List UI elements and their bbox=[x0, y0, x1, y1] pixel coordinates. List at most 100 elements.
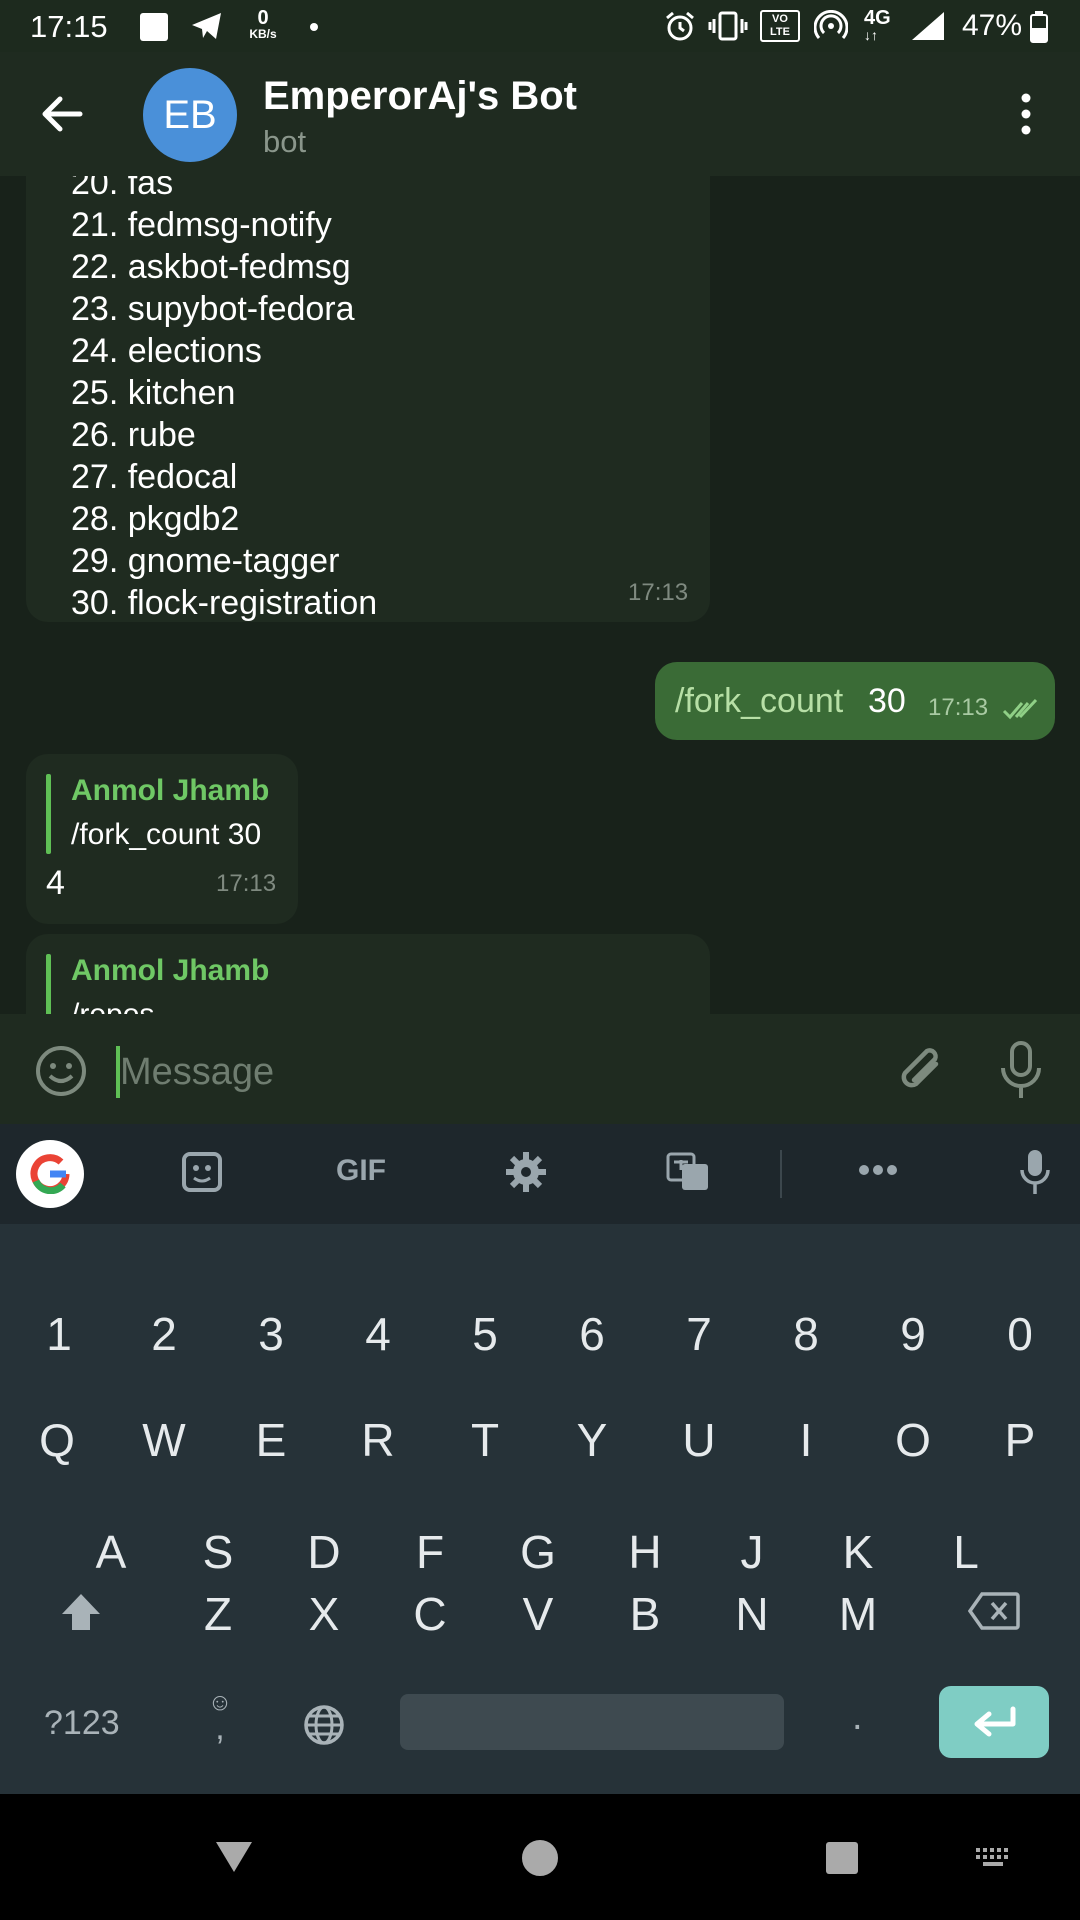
nav-back-icon[interactable] bbox=[214, 1840, 254, 1874]
period-key[interactable]: . bbox=[852, 1696, 863, 1739]
vibrate-icon bbox=[708, 11, 748, 41]
toolbar-divider bbox=[780, 1150, 782, 1198]
list-item: 25. kitchen bbox=[71, 374, 236, 412]
quote-text: /fork_count 30 bbox=[71, 818, 262, 851]
telegram-icon bbox=[192, 13, 221, 39]
repo-list-bubble[interactable]: 20. fas 21. fedmsg-notify 22. askbot-fed… bbox=[26, 176, 710, 622]
key-p[interactable]: P bbox=[970, 1390, 1070, 1490]
more-dots-icon[interactable] bbox=[858, 1164, 898, 1176]
reply-text: 4 bbox=[46, 864, 65, 902]
message-composer bbox=[0, 1014, 1080, 1124]
key-a[interactable]: A bbox=[61, 1502, 161, 1602]
quote-author[interactable]: Anmol Jhamb bbox=[71, 954, 269, 988]
reply-bubble[interactable]: Anmol Jhamb /repos bbox=[26, 934, 710, 1014]
google-g-icon[interactable] bbox=[16, 1140, 84, 1208]
battery-percent: 47% bbox=[962, 9, 1023, 42]
translate-icon[interactable] bbox=[666, 1150, 710, 1194]
settings-gear-icon[interactable] bbox=[504, 1150, 548, 1194]
key-x[interactable]: X bbox=[274, 1564, 374, 1664]
hotspot-icon bbox=[814, 10, 848, 39]
key-z[interactable]: Z bbox=[168, 1564, 268, 1664]
key-c[interactable]: C bbox=[380, 1564, 480, 1664]
key-3[interactable]: 3 bbox=[221, 1284, 321, 1384]
chat-subtitle: bot bbox=[263, 124, 307, 159]
key-l[interactable]: L bbox=[916, 1502, 1016, 1602]
key-4[interactable]: 4 bbox=[328, 1284, 428, 1384]
net-speed: 0 KB/s bbox=[248, 8, 278, 40]
list-item: 30. flock-registration bbox=[71, 584, 378, 622]
emoji-icon[interactable] bbox=[34, 1044, 88, 1098]
key-q[interactable]: Q bbox=[7, 1390, 107, 1490]
net-speed-unit: KB/s bbox=[249, 27, 277, 41]
navigation-bar bbox=[0, 1794, 1080, 1920]
key-8[interactable]: 8 bbox=[756, 1284, 856, 1384]
notification-square-icon bbox=[140, 13, 168, 41]
list-item: 24. elections bbox=[71, 332, 262, 370]
gif-button[interactable]: GIF bbox=[336, 1154, 386, 1188]
key-v[interactable]: V bbox=[488, 1564, 588, 1664]
key-b[interactable]: B bbox=[595, 1564, 695, 1664]
message-time: 17:13 bbox=[216, 870, 277, 897]
key-2[interactable]: 2 bbox=[114, 1284, 214, 1384]
nav-recents-icon[interactable] bbox=[826, 1842, 858, 1874]
backspace-icon[interactable] bbox=[968, 1592, 1020, 1630]
list-item: 29. gnome-tagger bbox=[71, 542, 340, 580]
more-menu-icon[interactable] bbox=[1016, 92, 1036, 136]
quote-text: /repos bbox=[71, 998, 154, 1014]
attach-icon[interactable] bbox=[896, 1042, 948, 1100]
network-type: 4G ↓↑ bbox=[864, 7, 891, 43]
key-o[interactable]: O bbox=[863, 1390, 963, 1490]
message-time: 17:13 bbox=[928, 694, 989, 721]
voice-input-icon[interactable] bbox=[1020, 1148, 1050, 1198]
quote-bar bbox=[46, 954, 51, 1014]
symbols-key[interactable]: ?123 bbox=[44, 1704, 120, 1743]
key-7[interactable]: 7 bbox=[649, 1284, 749, 1384]
key-w[interactable]: W bbox=[114, 1390, 214, 1490]
net-speed-value: 0 bbox=[257, 7, 269, 29]
network-type-label: 4G bbox=[864, 7, 891, 29]
quote-author[interactable]: Anmol Jhamb bbox=[71, 774, 269, 808]
key-m[interactable]: M bbox=[808, 1564, 908, 1664]
nav-home-icon[interactable] bbox=[520, 1838, 560, 1878]
key-5[interactable]: 5 bbox=[435, 1284, 535, 1384]
key-r[interactable]: R bbox=[328, 1390, 428, 1490]
enter-key[interactable] bbox=[939, 1686, 1049, 1758]
key-1[interactable]: 1 bbox=[9, 1284, 109, 1384]
avatar-initials: EB bbox=[163, 93, 217, 137]
list-item: 27. fedocal bbox=[71, 458, 238, 496]
globe-icon[interactable] bbox=[303, 1704, 345, 1746]
microphone-icon[interactable] bbox=[998, 1040, 1044, 1102]
outgoing-message-bubble[interactable]: /fork_count 30 17:13 bbox=[655, 662, 1055, 740]
chat-header: EB EmperorAj's Bot bot bbox=[0, 52, 1080, 176]
status-time: 17:15 bbox=[30, 9, 108, 44]
key-9[interactable]: 9 bbox=[863, 1284, 963, 1384]
chat-title[interactable]: EmperorAj's Bot bbox=[263, 74, 577, 119]
enter-arrow-icon bbox=[974, 1706, 1016, 1737]
command-arg: 30 bbox=[868, 682, 906, 720]
key-n[interactable]: N bbox=[702, 1564, 802, 1664]
reply-bubble[interactable]: Anmol Jhamb /fork_count 30 4 17:13 bbox=[26, 754, 298, 924]
chat-area[interactable]: 20. fas 21. fedmsg-notify 22. askbot-fed… bbox=[0, 176, 1080, 1014]
space-bar[interactable] bbox=[400, 1694, 784, 1750]
key-t[interactable]: T bbox=[435, 1390, 535, 1490]
sticker-icon[interactable] bbox=[180, 1150, 224, 1194]
key-y[interactable]: Y bbox=[542, 1390, 642, 1490]
status-bar: 17:15 0 KB/s VO LTE 4G ↓↑ 47% bbox=[0, 0, 1080, 52]
key-6[interactable]: 6 bbox=[542, 1284, 642, 1384]
keyboard: GIF 1 2 3 4 5 6 7 8 9 0 Q W E R T Y U I … bbox=[0, 1124, 1080, 1794]
key-0[interactable]: 0 bbox=[970, 1284, 1070, 1384]
key-i[interactable]: I bbox=[756, 1390, 856, 1490]
list-item: 23. supybot-fedora bbox=[71, 290, 355, 328]
avatar[interactable]: EB bbox=[143, 68, 237, 162]
keyboard-switch-icon[interactable] bbox=[974, 1846, 1014, 1868]
emoji-comma-key[interactable]: ☺ , bbox=[200, 1690, 240, 1746]
key-e[interactable]: E bbox=[221, 1390, 321, 1490]
battery-icon bbox=[1030, 11, 1048, 43]
back-arrow-icon[interactable] bbox=[40, 94, 84, 134]
shift-icon[interactable] bbox=[60, 1592, 102, 1632]
key-u[interactable]: U bbox=[649, 1390, 749, 1490]
quote-bar bbox=[46, 774, 51, 854]
command-link[interactable]: /fork_count bbox=[675, 682, 843, 721]
list-item: 26. rube bbox=[71, 416, 196, 454]
message-input[interactable] bbox=[120, 1042, 860, 1102]
